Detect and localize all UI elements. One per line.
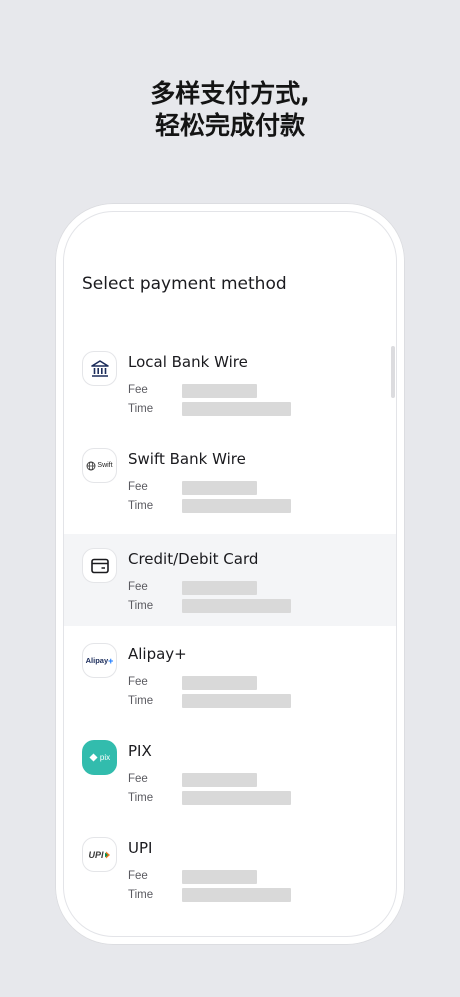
method-label: Credit/Debit Card (128, 550, 259, 568)
swift-icon-text: Swift (97, 462, 113, 469)
fee-value-placeholder (182, 481, 257, 495)
time-value-placeholder (182, 694, 291, 708)
card-icon (82, 548, 117, 583)
time-value-placeholder (182, 791, 291, 805)
method-label: Swift Bank Wire (128, 450, 246, 468)
payment-method-pix[interactable]: pix PIX Fee Time (64, 726, 396, 818)
fee-label: Fee (128, 870, 148, 882)
fee-value-placeholder (182, 581, 257, 595)
time-value-placeholder (182, 402, 291, 416)
headline: 多样支付方式, 轻松完成付款 (0, 78, 460, 142)
headline-line-2: 轻松完成付款 (154, 111, 305, 140)
phone-screen: Select payment method Local Bank Wire Fe… (63, 211, 397, 937)
payment-method-upi[interactable]: UPI UPI Fee Time (64, 823, 396, 915)
alipay-plus-logo: Alipay + (82, 643, 117, 678)
time-label: Time (128, 600, 154, 612)
payment-method-local-bank-wire[interactable]: Local Bank Wire Fee Time (64, 337, 396, 429)
screen-title: Select payment method (82, 274, 287, 294)
swift-globe-icon: Swift (82, 448, 117, 483)
time-label: Time (128, 695, 154, 707)
fee-value-placeholder (182, 676, 257, 690)
method-label: UPI (128, 839, 153, 857)
time-label: Time (128, 889, 154, 901)
pix-logo: pix (82, 740, 117, 775)
time-value-placeholder (182, 499, 291, 513)
upi-logo: UPI (82, 837, 117, 872)
fee-label: Fee (128, 581, 148, 593)
fee-label: Fee (128, 384, 148, 396)
fee-value-placeholder (182, 773, 257, 787)
time-label: Time (128, 792, 154, 804)
time-label: Time (128, 500, 154, 512)
method-label: Local Bank Wire (128, 353, 248, 371)
fee-value-placeholder (182, 384, 257, 398)
method-label: PIX (128, 742, 152, 760)
fee-value-placeholder (182, 870, 257, 884)
time-value-placeholder (182, 888, 291, 902)
payment-method-alipay-plus[interactable]: Alipay + Alipay+ Fee Time (64, 629, 396, 721)
time-label: Time (128, 403, 154, 415)
pix-icon-text: pix (99, 753, 111, 762)
headline-line-1: 多样支付方式, (150, 79, 310, 108)
plus-icon: + (108, 655, 114, 666)
bank-icon (82, 351, 117, 386)
fee-label: Fee (128, 481, 148, 493)
upi-icon-text: UPI (88, 849, 104, 860)
method-label: Alipay+ (128, 645, 187, 663)
alipay-icon-text: Alipay (85, 656, 109, 665)
time-value-placeholder (182, 599, 291, 613)
payment-method-credit-debit-card[interactable]: Credit/Debit Card Fee Time (64, 534, 396, 626)
payment-method-swift-bank-wire[interactable]: Swift Swift Bank Wire Fee Time (64, 434, 396, 526)
fee-label: Fee (128, 773, 148, 785)
fee-label: Fee (128, 676, 148, 688)
